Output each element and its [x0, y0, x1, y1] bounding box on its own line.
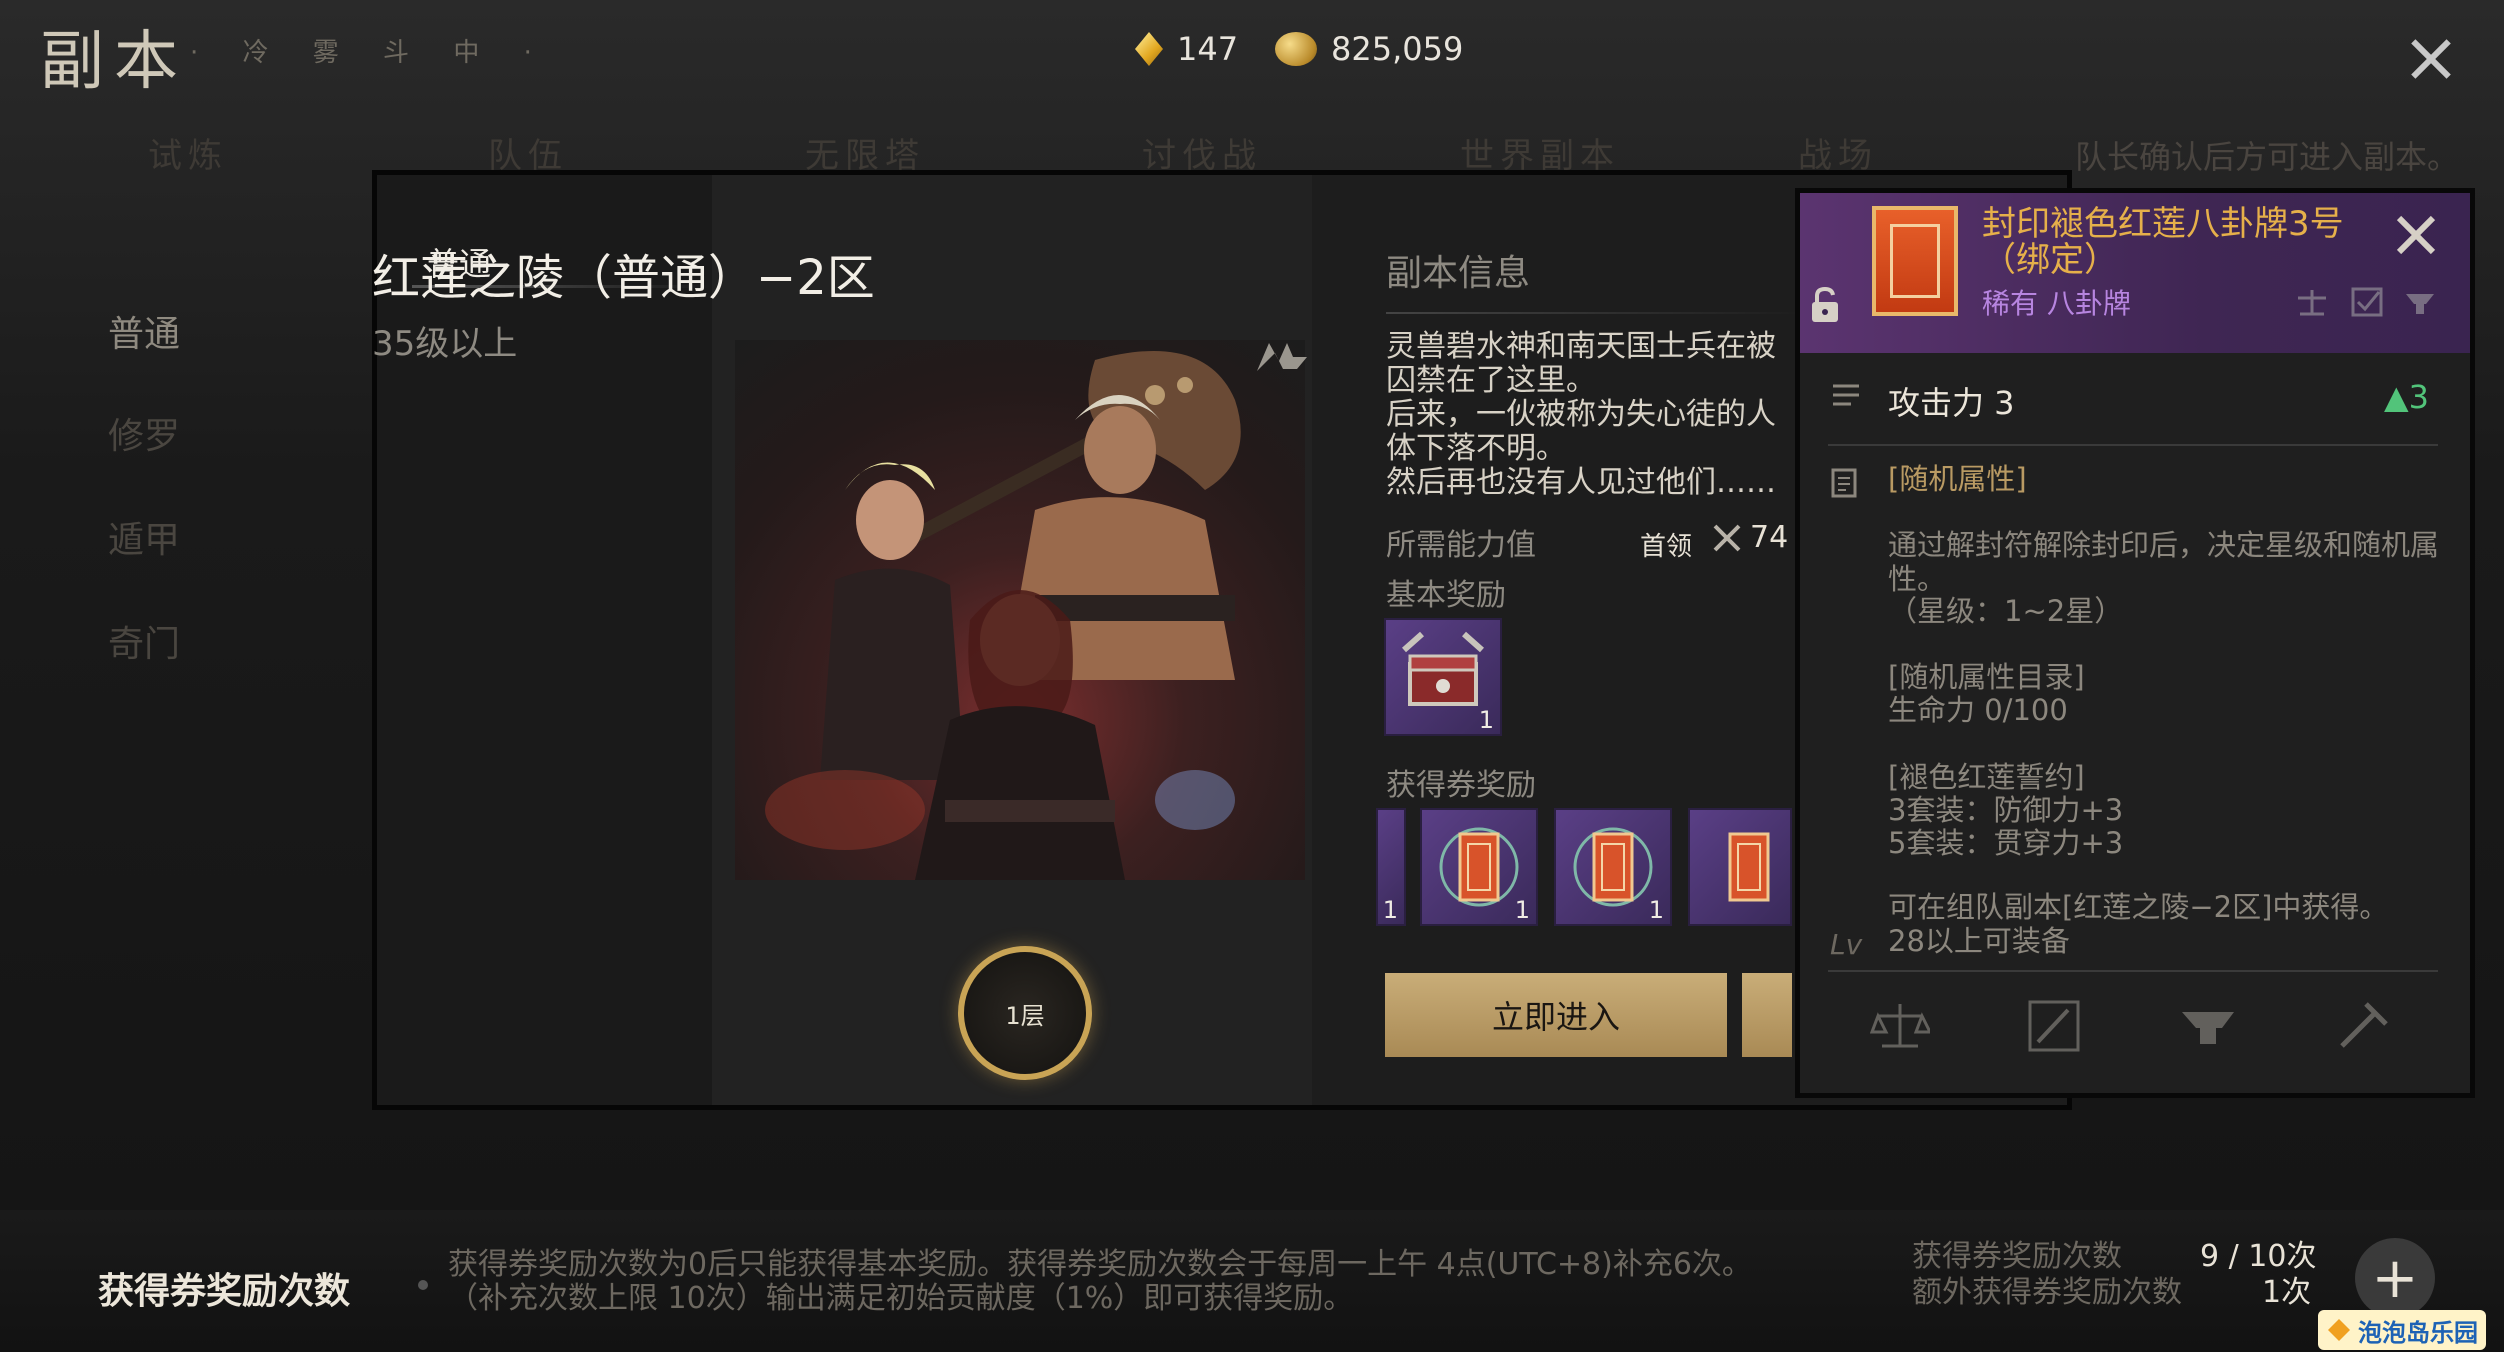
ticket-rules-line: 获得券奖励次数为0后只能获得基本奖励。获得券奖励次数会于每周一上午 4点(UTC… [448, 1247, 1752, 1282]
difficulty-column: 普通 [377, 175, 712, 1105]
set-bonus-3: 3套装：防御力+3 [1888, 793, 2124, 827]
coin-currency: 825,059 [1275, 30, 1463, 68]
party-hint: 队长确认后方可进入副本。 [2075, 138, 2460, 176]
scale-icon[interactable] [1870, 998, 1930, 1054]
level-requirement: 28以上可装备 [1888, 924, 2070, 958]
tooltip-close-icon[interactable] [2390, 210, 2440, 260]
star-range: （星级：1~2星） [1888, 594, 2124, 628]
ticket-rules: 获得券奖励次数为0后只能获得基本奖励。获得券奖励次数会于每周一上午 4点(UTC… [448, 1248, 1752, 1316]
tab-trial[interactable]: 试炼 [148, 128, 228, 177]
sidenav-item-normal[interactable]: 普通 [108, 305, 180, 357]
party-badge-icon [1257, 343, 1307, 371]
basic-reward-slot[interactable]: 1 [1384, 618, 1502, 736]
item-rarity: 稀有 八卦牌 [1982, 287, 2131, 320]
attack-delta: ▲3 [2384, 378, 2429, 416]
bagua-card-icon [1872, 206, 1958, 316]
item-name-line: 封印褪色红莲八卦牌3号 [1982, 204, 2344, 244]
ticket-reward-slot[interactable]: 1 [1420, 808, 1538, 926]
hammer-icon[interactable] [2332, 998, 2392, 1054]
ticket-reward-slot[interactable] [1688, 808, 1792, 926]
extra-ticket-label: 额外获得券奖励次数 [1912, 1275, 2182, 1310]
tooltip-footer-divider [1828, 970, 2438, 972]
power-requirement: 74 [1712, 520, 1788, 555]
page-logo: 副本 [40, 25, 188, 99]
description-line: 后来，一伙被称为失心徒的人 [1386, 398, 1776, 432]
description-line: 然后再也没有人见过他们…… [1386, 466, 1776, 500]
power-requirement-label: 所需能力值 [1386, 528, 1536, 563]
coin-amount: 825,059 [1331, 30, 1464, 68]
dungeon-description: 灵兽碧水神和南天国士兵在被 囚禁在了这里。 后来，一伙被称为失心徒的人 体下落不… [1386, 330, 1806, 500]
bullet-dot [418, 1280, 428, 1290]
sidenav-item-asura[interactable]: 修罗 [108, 407, 180, 459]
sidenav-item-dunjia[interactable]: 遁甲 [108, 511, 180, 563]
item-tooltip [1795, 188, 2475, 1098]
list-icon [1833, 384, 1859, 406]
ticket-reward-label: 获得券奖励 [1386, 768, 1536, 803]
top-bar: 副本 · 冷 雾 斗 中 · 147 825,059 [0, 0, 2504, 120]
item-name: 封印褪色红莲八卦牌3号 （绑定） [1982, 206, 2344, 278]
random-list-item: 生命力 0/100 [1888, 693, 2068, 727]
anvil-icon[interactable] [2178, 998, 2238, 1054]
basic-reward-label: 基本奖励 [1386, 578, 1506, 613]
floor-label: 1层 [1005, 1001, 1045, 1030]
bagua-card-icon [1728, 832, 1770, 902]
ticket-count-label: 获得券奖励次数 [1912, 1239, 2122, 1274]
crossed-swords-icon [1713, 524, 1741, 551]
sidenav-item-qimen[interactable]: 奇门 [108, 615, 180, 667]
dungeon-title: 红莲之陵（普通）−2区 [372, 250, 875, 306]
scale-icon [2298, 290, 2326, 316]
coin-icon [1275, 32, 1317, 66]
attack-stat: 攻击力 3 [1888, 384, 2015, 422]
level-icon: Lv [1830, 928, 1863, 961]
reward-count: 1 [1478, 706, 1494, 734]
power-value: 74 [1750, 520, 1789, 555]
obtain-source: 可在组队副本[红莲之陵−2区]中获得。 [1888, 890, 2389, 924]
dungeon-art-illustration [765, 351, 1241, 880]
close-icon[interactable] [2400, 30, 2460, 90]
ticket-reward-slot[interactable]: 1 [1554, 808, 1672, 926]
ticket-rules-line: （补充次数上限 10次）输出满足初始贡献度（1%）即可获得奖励。 [448, 1281, 1354, 1316]
checkbox-icon [2351, 287, 2383, 317]
description-line: 体下落不明。 [1386, 432, 1566, 466]
tooltip-divider [1828, 444, 2438, 446]
dungeon-artwork [735, 340, 1305, 880]
random-attr-header: [随机属性] [1888, 462, 2027, 496]
dungeon-info-title: 副本信息 [1386, 253, 1531, 294]
secondary-button[interactable] [1742, 973, 1792, 1057]
reward-count: 1 [1514, 896, 1530, 924]
extra-ticket-value: 1次 [2262, 1275, 2312, 1310]
document-icon [1831, 468, 1857, 498]
add-ticket-button[interactable]: + [2355, 1238, 2435, 1318]
anvil-icon [2406, 294, 2434, 314]
gem-amount: 147 [1177, 30, 1239, 68]
random-attr-desc: 性。 [1888, 562, 1947, 596]
dungeon-level: 35级以上 [372, 324, 518, 364]
random-list-header: [随机属性目录] [1888, 660, 2085, 694]
floor-selector[interactable]: 1层 [958, 946, 1092, 1080]
gem-icon [1135, 32, 1163, 66]
description-line: 灵兽碧水神和南天国士兵在被 [1386, 330, 1776, 364]
description-line: 囚禁在了这里。 [1386, 364, 1596, 398]
ticket-count-title: 获得券奖励次数 [98, 1270, 351, 1312]
reward-count: 1 [1648, 896, 1664, 924]
boss-label: 首领 [1640, 532, 1693, 562]
ticket-reward-slot[interactable]: 1 [1376, 808, 1406, 926]
watermark-logo-icon [2328, 1319, 2350, 1341]
gem-currency: 147 [1135, 30, 1238, 68]
unlock-icon [1812, 286, 1838, 322]
random-attr-desc: 通过解封符解除封印后，决定星级和随机属 [1888, 528, 2440, 562]
info-divider [1386, 312, 1806, 314]
watermark-text: 泡泡岛乐园 [2358, 1318, 2478, 1347]
reward-count: 1 [1382, 896, 1398, 924]
sword-icon[interactable] [2024, 998, 2084, 1054]
logo-decoration: · 冷 雾 斗 中 · [190, 38, 550, 68]
ticket-count-value: 9 / 10次 [2200, 1239, 2317, 1274]
item-name-bound: （绑定） [1982, 240, 2118, 280]
set-header: [褪色红莲誓约] [1888, 760, 2085, 794]
set-bonus-5: 5套装：贯穿力+3 [1888, 826, 2124, 860]
enter-dungeon-button[interactable]: 立即进入 [1385, 973, 1727, 1057]
site-watermark: 泡泡岛乐园 [2318, 1310, 2486, 1350]
